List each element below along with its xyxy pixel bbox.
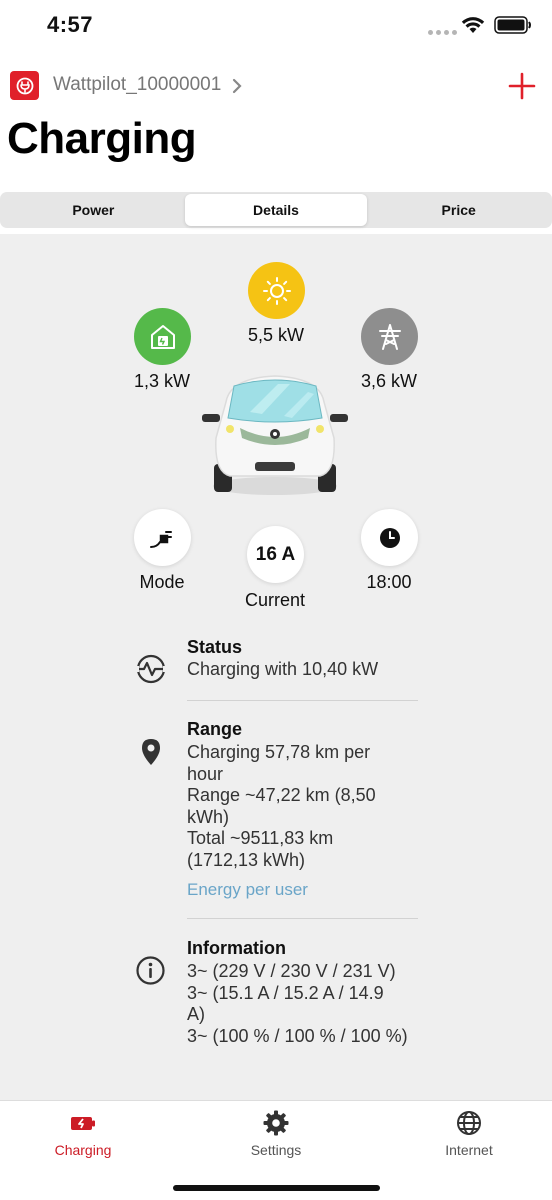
- information-title: Information: [187, 938, 286, 958]
- tab-bar-charging[interactable]: Charging: [23, 1109, 143, 1158]
- clock-icon: [379, 527, 400, 548]
- range-line: (1712,13 kWh): [187, 849, 306, 870]
- range-line: hour: [187, 763, 224, 784]
- mode-label: Mode: [139, 572, 185, 592]
- gear-icon: [263, 1110, 289, 1136]
- tab-bar-settings-label: Settings: [250, 1142, 302, 1158]
- status-bar: 4:57: [0, 0, 552, 54]
- house-icon: [150, 324, 175, 349]
- battery-icon: [494, 16, 531, 34]
- range-line: Range ~47,22 km (8,50: [187, 785, 376, 805]
- device-name[interactable]: Wattpilot_10000001: [53, 74, 221, 96]
- wifi-icon: [461, 17, 485, 33]
- time-value: 18:00: [366, 572, 412, 592]
- information-line: 3~ (15.1 A / 15.2 A / 14.9: [187, 982, 384, 1003]
- power-pylon-icon: [378, 323, 401, 350]
- range-line: Total ~9511,83 km: [187, 828, 334, 848]
- current-button[interactable]: 16 A: [247, 526, 304, 583]
- status-title: Status: [187, 637, 243, 657]
- information-text: 3~ (229 V / 230 V / 231 V) 3~ (15.1 A / …: [187, 961, 427, 1047]
- range-line: kWh): [187, 806, 229, 827]
- range-title: Range: [187, 719, 243, 739]
- tab-bar-settings[interactable]: Settings: [216, 1109, 336, 1158]
- tab-power[interactable]: Power: [2, 194, 185, 226]
- solar-power-value: 5,5 kW: [247, 325, 304, 345]
- range-text: Charging 57,78 km per hour Range ~47,22 …: [187, 742, 427, 871]
- information-line: 3~ (100 % / 100 % / 100 %): [187, 1025, 408, 1046]
- segmented-control: Power Details Price: [0, 192, 552, 228]
- grid-button[interactable]: [361, 308, 418, 365]
- globe-icon: [457, 1111, 481, 1135]
- energy-per-user-link[interactable]: Energy per user: [187, 880, 308, 900]
- home-button[interactable]: [134, 308, 191, 365]
- activity-icon: [135, 654, 167, 684]
- solar-button[interactable]: [248, 262, 305, 319]
- current-label: Current: [244, 590, 306, 610]
- tab-bar-internet[interactable]: Internet: [409, 1109, 529, 1158]
- wattpilot-logo-icon[interactable]: [10, 71, 39, 100]
- tab-price[interactable]: Price: [367, 194, 550, 226]
- tab-bar-internet-label: Internet: [445, 1142, 493, 1158]
- charging-icon: [71, 1117, 95, 1130]
- divider: [187, 918, 418, 919]
- status-text: Charging with 10,40 kW: [187, 659, 379, 679]
- car-illustration: [202, 375, 348, 495]
- info-icon: [136, 956, 165, 985]
- page-title: Charging: [7, 114, 197, 163]
- chevron-right-icon[interactable]: [232, 78, 242, 94]
- information-line: A): [187, 1004, 205, 1024]
- information-line: 3~ (229 V / 230 V / 231 V): [187, 961, 396, 981]
- cellular-signal-icon: [428, 30, 457, 35]
- time-button[interactable]: [361, 509, 418, 566]
- plug-icon: [149, 530, 172, 548]
- add-button[interactable]: [506, 70, 538, 102]
- home-indicator: [173, 1185, 380, 1191]
- sun-icon: [262, 276, 291, 305]
- mode-button[interactable]: [134, 509, 191, 566]
- range-line: Charging 57,78 km per: [187, 742, 371, 762]
- status-time: 4:57: [47, 12, 94, 37]
- location-pin-icon: [142, 739, 160, 765]
- header: Wattpilot_10000001 Charging: [0, 54, 552, 192]
- tab-details[interactable]: Details: [184, 194, 368, 226]
- tab-bar-charging-label: Charging: [54, 1142, 112, 1158]
- divider: [187, 700, 418, 701]
